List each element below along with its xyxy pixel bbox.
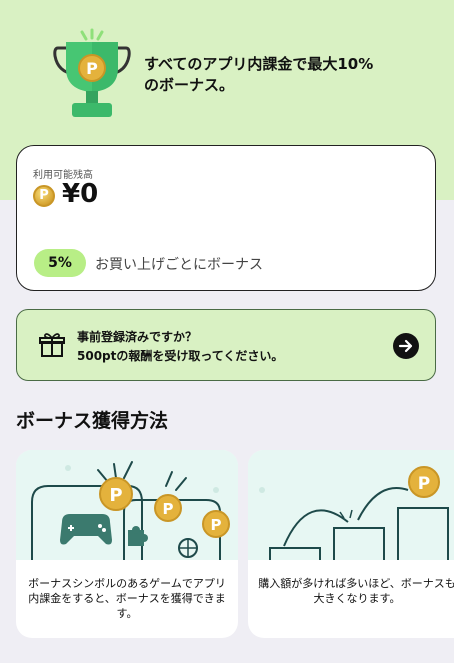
- trophy-icon: P: [53, 28, 131, 117]
- how-to-card: P 購入額が多ければ多いほど、ボーナスも大きくなります。: [248, 450, 454, 638]
- hero-headline: すべてのアプリ内課金で最大10% のボーナス。: [144, 54, 434, 96]
- bonus-rate-badge: 5%: [34, 249, 86, 277]
- gift-icon: [39, 333, 65, 357]
- svg-text:P: P: [109, 485, 122, 506]
- arrow-right-icon[interactable]: [393, 333, 419, 359]
- coin-icon: P: [33, 185, 55, 207]
- prereg-subtitle: 500ptの報酬を受け取ってください。: [77, 349, 284, 363]
- prereg-title: 事前登録済みですか？: [77, 330, 198, 344]
- balance-card: 利用可能残高 P ¥0 5% お買い上げごとにボーナス: [16, 145, 436, 291]
- hero-headline-line2: のボーナス。: [144, 76, 235, 94]
- balance-amount: ¥0: [62, 179, 99, 209]
- preregistration-banner[interactable]: 事前登録済みですか？ 500ptの報酬を受け取ってください。: [16, 309, 436, 381]
- svg-text:P: P: [211, 516, 222, 534]
- svg-text:P: P: [418, 474, 430, 494]
- bonus-rate-text: お買い上げごとにボーナス: [95, 257, 263, 273]
- svg-text:P: P: [86, 59, 98, 78]
- section-title: ボーナス獲得方法: [16, 410, 169, 432]
- hero-headline-line1: すべてのアプリ内課金で最大10%: [144, 55, 374, 73]
- how-to-card-text: ボーナスシンボルのあるゲームでアプリ内課金をすると、ボーナスを獲得できます。: [28, 577, 226, 620]
- game-illustration: P P P: [16, 450, 238, 560]
- growth-illustration: P: [248, 450, 454, 560]
- how-to-card: P P P ボーナスシンボルのあるゲームでアプリ内課金をすると、ボーナスを獲得で…: [16, 450, 238, 638]
- how-to-card-text: 購入額が多ければ多いほど、ボーナスも大きくなります。: [258, 577, 454, 605]
- svg-text:P: P: [163, 500, 174, 518]
